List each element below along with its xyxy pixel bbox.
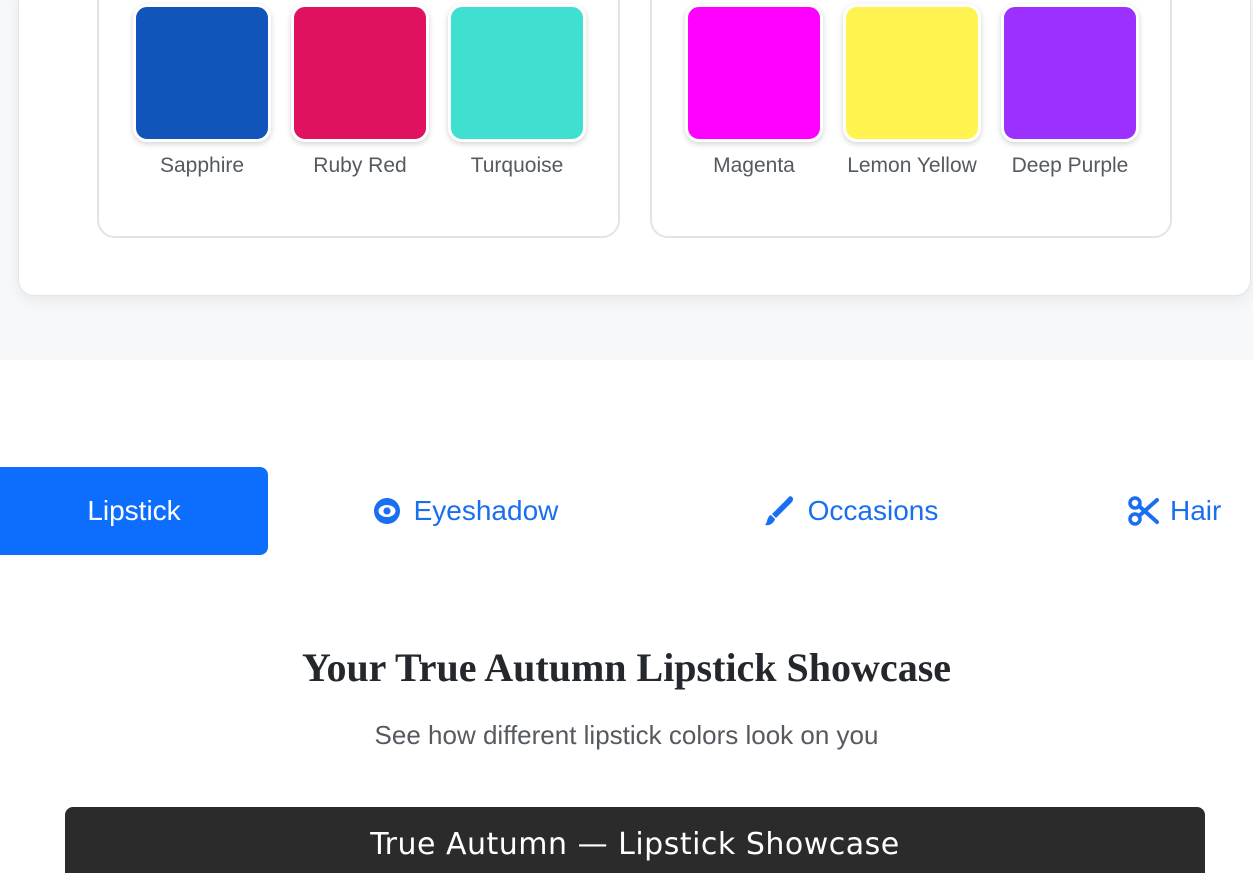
swatch-label: Turquoise [470, 154, 564, 177]
palette-section: Sapphire Ruby Red Turquoise Magenta Lemo… [0, 0, 1253, 360]
swatch-sapphire[interactable] [133, 4, 271, 142]
tab-label: Occasions [807, 495, 939, 526]
page: Sapphire Ruby Red Turquoise Magenta Lemo… [0, 0, 1253, 873]
brush-icon [762, 494, 796, 528]
color-group-left: Sapphire Ruby Red Turquoise [97, 0, 620, 238]
swatch-ruby-red[interactable] [291, 4, 429, 142]
eye-icon [372, 496, 402, 526]
showcase-title: Your True Autumn Lipstick Showcase [301, 645, 952, 690]
showcase-subtitle: See how different lipstick colors look o… [374, 720, 879, 750]
swatch-turquoise[interactable] [448, 4, 586, 142]
scissors-icon [1128, 495, 1160, 527]
tab-eyeshadow[interactable]: Eyeshadow [330, 467, 600, 555]
tab-lipstick[interactable]: Lipstick [0, 467, 268, 555]
showcase-panel: True Autumn — Lipstick Showcase [65, 807, 1205, 873]
tab-label: Hair [1170, 495, 1222, 526]
swatch-label: Sapphire [159, 154, 245, 177]
swatch-label: Magenta [713, 154, 795, 177]
showcase-panel-title: True Autumn — Lipstick Showcase [370, 827, 900, 862]
tab-label: Eyeshadow [413, 495, 559, 526]
swatch-label: Deep Purple [1011, 154, 1129, 177]
swatch-deep-purple[interactable] [1001, 4, 1139, 142]
tab-occasions[interactable]: Occasions [720, 467, 980, 555]
tab-hair[interactable]: Hair [1110, 467, 1253, 555]
color-group-right: Magenta Lemon Yellow Deep Purple [650, 0, 1172, 238]
swatch-label: Ruby Red [313, 154, 407, 177]
tab-label: Lipstick [87, 495, 181, 526]
swatch-lemon-yellow[interactable] [843, 4, 981, 142]
swatch-label: Lemon Yellow [847, 154, 977, 177]
swatch-magenta[interactable] [685, 4, 823, 142]
